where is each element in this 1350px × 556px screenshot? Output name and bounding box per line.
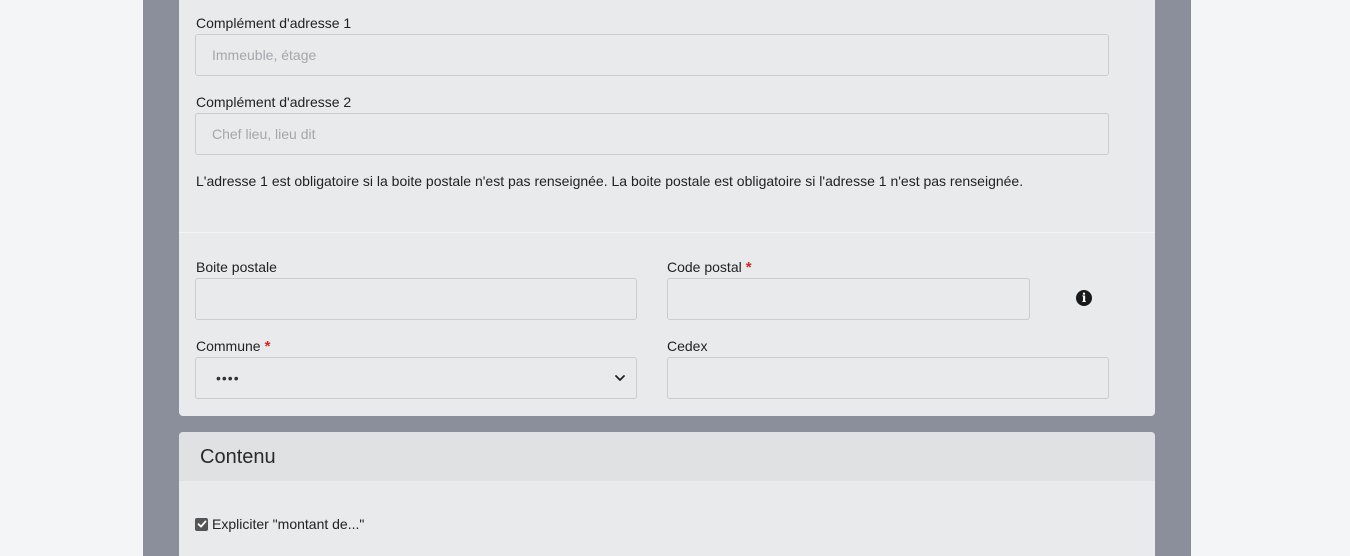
complement2-input[interactable] bbox=[195, 113, 1109, 155]
explicit-amount-option[interactable]: Expliciter "montant de..." bbox=[195, 516, 364, 532]
complement1-label: Complément d'adresse 1 bbox=[196, 15, 352, 31]
address-help-text: L'adresse 1 est obligatoire si la boite … bbox=[196, 173, 1024, 189]
content-card-title: Contenu bbox=[200, 446, 276, 468]
checkmark-icon bbox=[197, 520, 206, 528]
section-divider bbox=[179, 232, 1155, 233]
cedex-input[interactable] bbox=[667, 357, 1109, 399]
complement1-input[interactable] bbox=[195, 34, 1109, 76]
commune-label: Commune bbox=[196, 338, 261, 354]
explicit-amount-label: Expliciter "montant de..." bbox=[212, 516, 365, 532]
required-asterisk-icon: * bbox=[745, 259, 752, 276]
required-asterisk-icon: * bbox=[264, 338, 271, 355]
postal-box-input[interactable] bbox=[195, 278, 637, 320]
info-icon-glyph: i bbox=[1081, 291, 1087, 305]
cedex-label: Cedex bbox=[667, 338, 708, 354]
info-circle-icon[interactable]: i bbox=[1076, 290, 1092, 306]
postal-code-label-row: Code postal * bbox=[667, 259, 752, 276]
commune-selected-value: •••• bbox=[216, 370, 240, 386]
content-card-header: Contenu bbox=[179, 432, 1155, 481]
postal-code-input[interactable] bbox=[667, 278, 1030, 320]
commune-select[interactable]: •••• bbox=[195, 357, 637, 399]
postal-box-label: Boite postale bbox=[196, 259, 277, 275]
chevron-down-icon bbox=[615, 375, 625, 381]
commune-label-row: Commune * bbox=[196, 338, 270, 355]
complement2-label: Complément d'adresse 2 bbox=[196, 94, 352, 110]
content-card: Contenu Expliciter "montant de..." bbox=[179, 432, 1155, 556]
postal-code-label: Code postal bbox=[667, 259, 742, 275]
address-card: Complément d'adresse 1 Complément d'adre… bbox=[179, 0, 1155, 416]
explicit-amount-checkbox[interactable] bbox=[195, 517, 208, 531]
